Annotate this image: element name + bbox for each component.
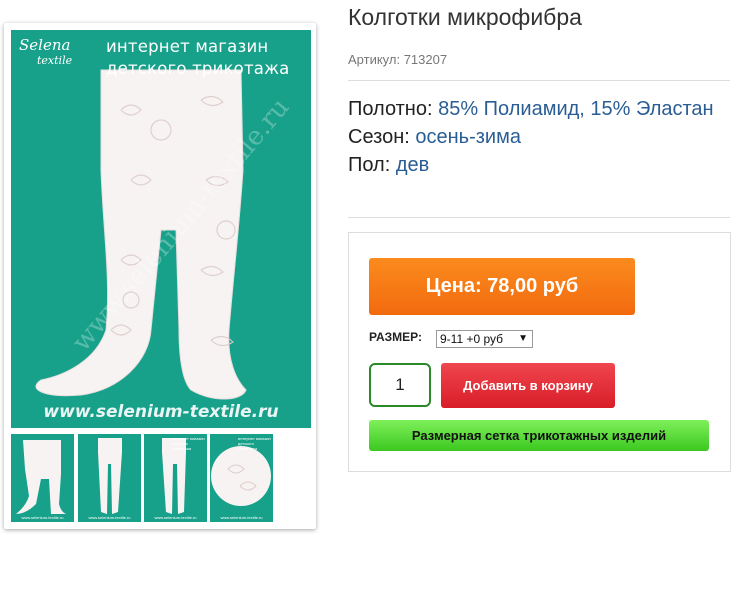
add-to-cart-button[interactable]: Добавить в корзину: [441, 363, 615, 408]
thumbnail-3[interactable]: интернет магазин детского трикотажа www.…: [144, 434, 207, 522]
property-gender: Пол: дев: [348, 151, 728, 179]
property-label: Сезон:: [348, 126, 410, 148]
shop-banner-line1: интернет магазин: [106, 37, 269, 56]
sku-value: 713207: [403, 52, 448, 67]
property-label: Полотно:: [348, 98, 433, 120]
thumbnail-strip: www.selenium-textile.ru www.selenium-tex…: [11, 434, 311, 524]
thumbnail-2[interactable]: www.selenium-textile.ru: [78, 434, 141, 522]
brand-logo-line1: Selena: [19, 36, 71, 54]
thumbnail-caption: www.selenium-textile.ru: [88, 515, 131, 520]
shop-banner-line2: детского трикотажа: [106, 59, 290, 78]
property-fabric: Полотно: 85% Полиамид, 15% Эластан: [348, 95, 728, 123]
size-select-value: 9-11 +0 руб: [440, 332, 504, 346]
product-gallery: Selena textile интернет магазин детского…: [4, 23, 316, 529]
divider: [348, 80, 730, 81]
size-label: РАЗМЕР:: [369, 330, 422, 344]
property-value: 85% Полиамид, 15% Эластан: [438, 98, 714, 120]
quantity-input[interactable]: 1: [369, 363, 431, 407]
main-product-image[interactable]: Selena textile интернет магазин детского…: [11, 30, 311, 428]
sku-label: Артикул:: [348, 52, 401, 67]
buy-box: Цена: 78,00 руб РАЗМЕР: 9-11 +0 руб ▼ 1 …: [348, 232, 731, 472]
size-select[interactable]: 9-11 +0 руб ▼: [436, 330, 533, 348]
product-title: Колготки микрофибра: [348, 4, 582, 30]
thumbnail-caption: www.selenium-textile.ru: [154, 515, 197, 520]
property-label: Пол:: [348, 154, 391, 176]
thumbnail-caption: www.selenium-textile.ru: [220, 515, 263, 520]
thumbnail-top-text: интернет магазин детского трикотажа: [172, 436, 205, 451]
brand-logo-line2: textile: [37, 54, 73, 67]
product-properties: Полотно: 85% Полиамид, 15% Эластан Сезон…: [348, 95, 728, 179]
property-value: дев: [395, 154, 430, 176]
divider: [348, 217, 730, 218]
thumbnail-top-text: интернет магазин детского трикотажа: [238, 436, 271, 451]
thumbnail-1[interactable]: www.selenium-textile.ru: [11, 434, 74, 522]
product-sku: Артикул: 713207: [348, 52, 447, 67]
dropdown-arrow-icon: ▼: [518, 333, 528, 344]
property-season: Сезон: осень-зима: [348, 123, 728, 151]
price-button[interactable]: Цена: 78,00 руб: [369, 258, 635, 315]
thumbnail-4[interactable]: интернет магазин детского трикотажа www.…: [210, 434, 273, 522]
image-site-url: www.selenium-textile.ru: [43, 402, 279, 422]
shop-banner-text: интернет магазин детского трикотажа: [106, 36, 289, 80]
size-chart-button[interactable]: Размерная сетка трикотажных изделий: [369, 420, 709, 451]
thumbnail-caption: www.selenium-textile.ru: [21, 515, 64, 520]
brand-logo: Selena textile: [19, 36, 72, 67]
property-value: осень-зима: [415, 126, 521, 148]
